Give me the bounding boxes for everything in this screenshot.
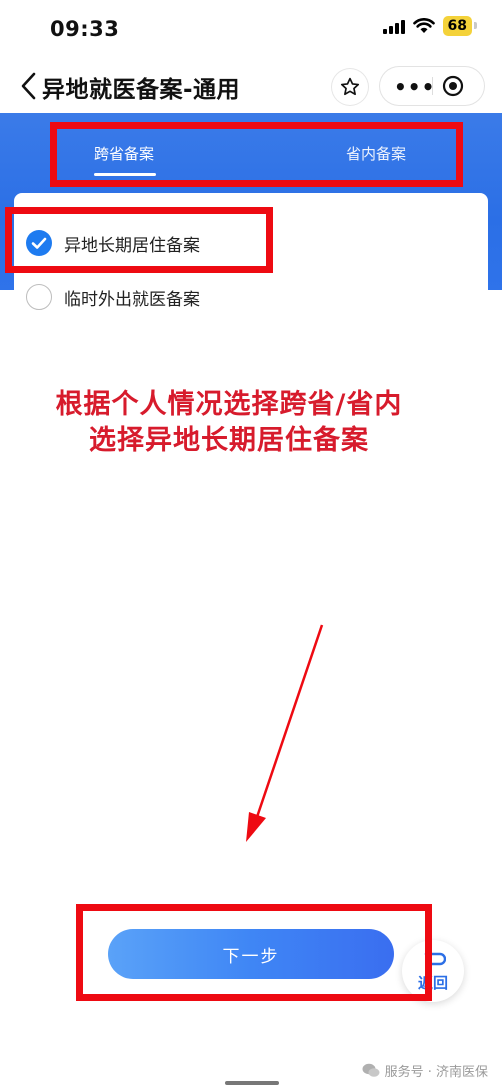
highlight-box-next	[76, 904, 432, 1001]
highlight-box-tabs	[50, 122, 463, 187]
highlight-box-option	[5, 207, 273, 273]
wechat-icon	[362, 1063, 380, 1077]
footer-watermark: 服务号 · 济南医保	[362, 1061, 488, 1080]
home-indicator	[225, 1081, 279, 1085]
footer-text: 服务号 · 济南医保	[384, 1065, 488, 1080]
